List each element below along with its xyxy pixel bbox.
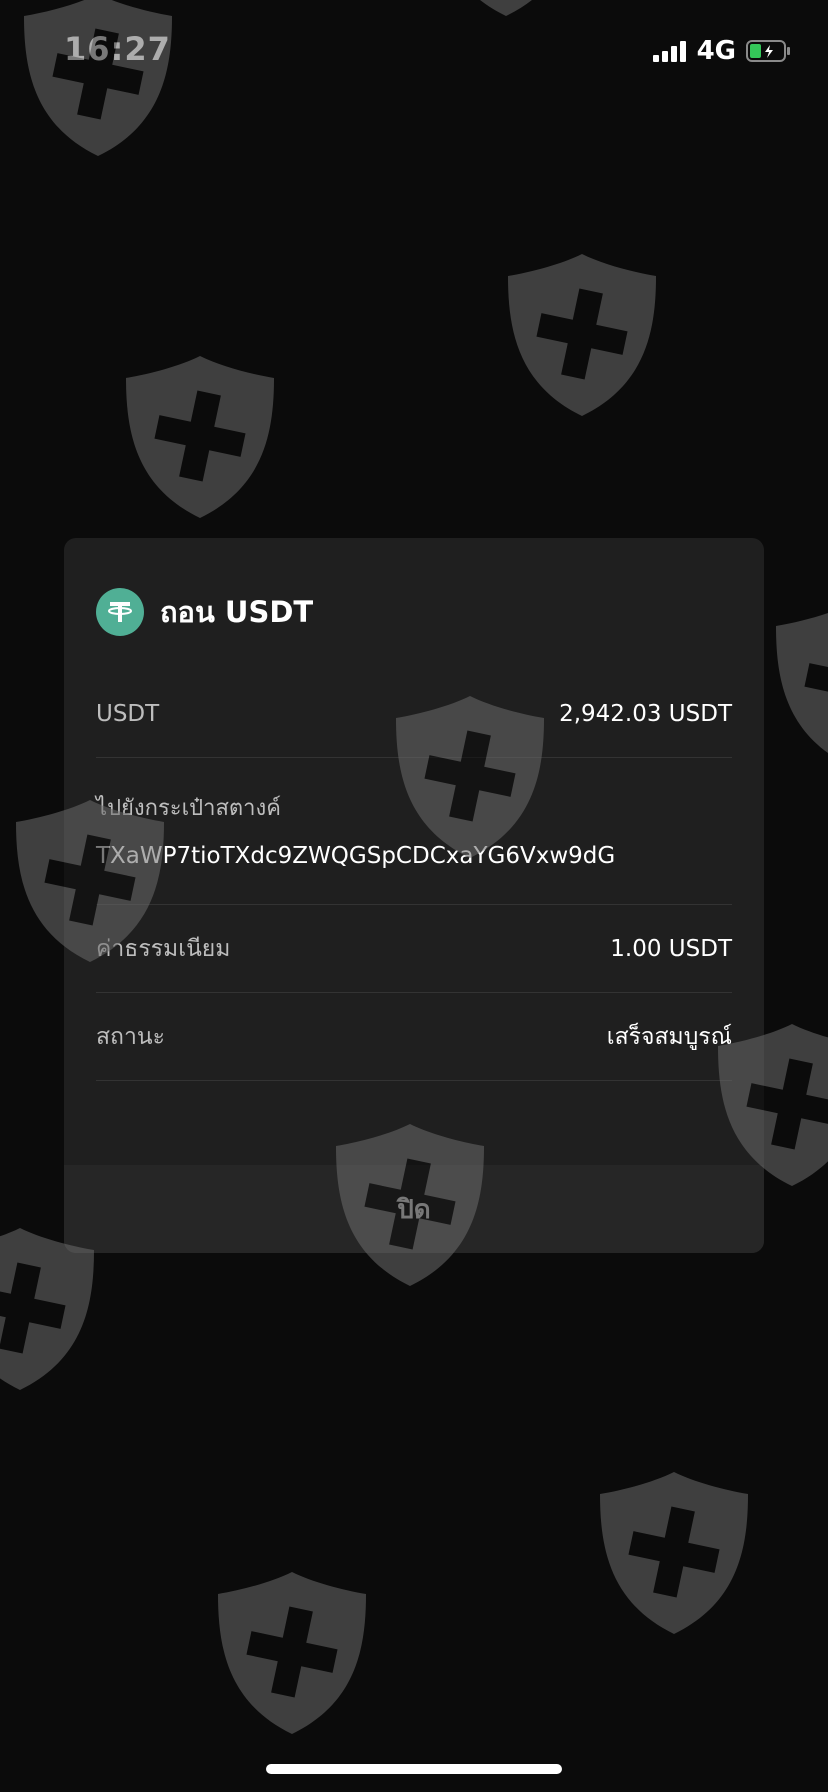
network-label: 4G [696,36,736,66]
detail-row-amount: USDT 2,942.03 USDT [96,670,732,758]
signal-icon [652,40,687,62]
dialog-header: ถอน USDT [96,588,313,636]
close-button[interactable]: ปิด [64,1165,764,1253]
tether-icon [96,588,144,636]
amount-value: 2,942.03 USDT [559,700,732,727]
detail-rows: USDT 2,942.03 USDT ไปยังกระเป๋าสตางค์ TX… [96,670,732,1081]
status-indicators: 4G [652,36,792,66]
detail-row-wallet: ไปยังกระเป๋าสตางค์ TXaWP7tioTXdc9ZWQGSpC… [96,758,732,905]
screen: 16:27 4G ถอน USDT USDT 2,942.03 USDT ไปย… [0,0,828,1792]
detail-row-status: สถานะ เสร็จสมบูรณ์ [96,993,732,1081]
wallet-address: TXaWP7tioTXdc9ZWQGSpCDCxaYG6Vxw9dG [96,843,616,869]
battery-icon [746,39,792,63]
fee-value: 1.00 USDT [610,935,732,962]
shield-plus-icon [212,1568,372,1738]
shield-plus-icon [594,1468,754,1638]
shield-plus-icon [502,250,662,420]
status-value: เสร็จสมบูรณ์ [606,1023,732,1050]
fee-label: ค่าธรรมเนียม [96,935,231,962]
home-indicator[interactable] [266,1764,562,1774]
status-time: 16:27 [64,30,171,68]
amount-label: USDT [96,700,160,727]
dialog-title: ถอน USDT [160,595,314,629]
status-label: สถานะ [96,1023,165,1050]
wallet-label: ไปยังกระเป๋าสตางค์ [96,796,281,821]
status-bar: 16:27 4G [0,0,828,100]
shield-plus-icon [120,352,280,522]
detail-row-fee: ค่าธรรมเนียม 1.00 USDT [96,905,732,993]
withdraw-dialog: ถอน USDT USDT 2,942.03 USDT ไปยังกระเป๋า… [64,538,764,1253]
shield-plus-icon [770,600,828,770]
